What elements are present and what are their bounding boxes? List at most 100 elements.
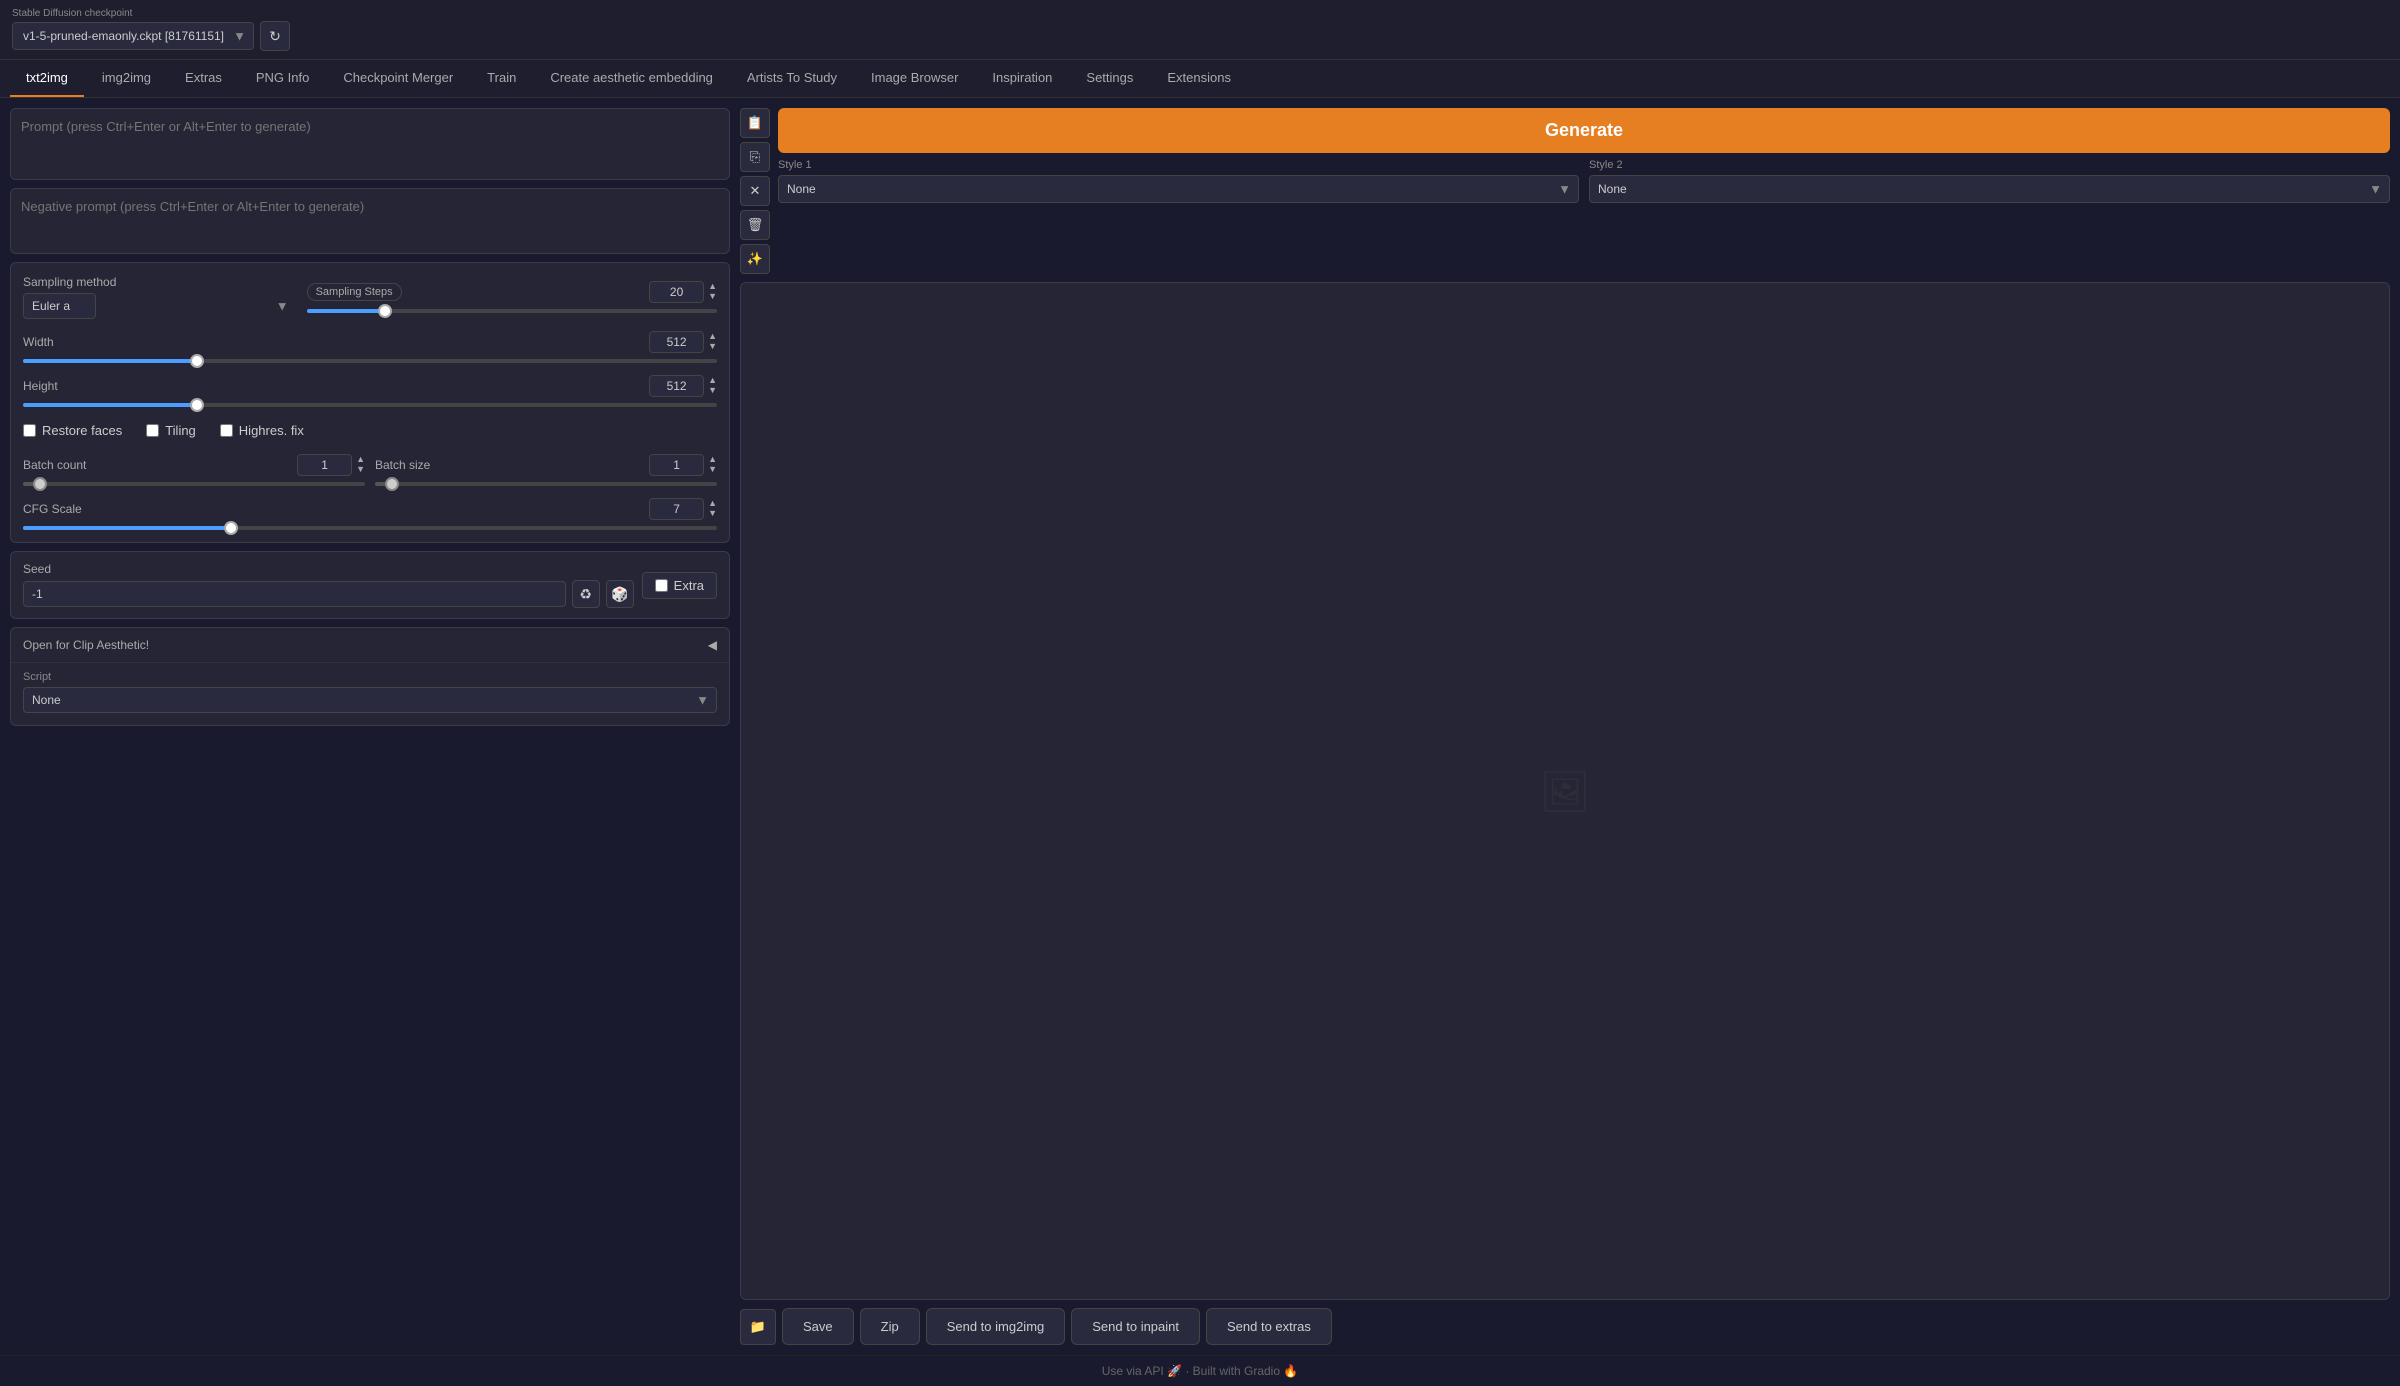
paste-button[interactable]: 📋 [740, 108, 770, 138]
height-label: Height [23, 379, 58, 393]
height-value[interactable] [649, 375, 704, 397]
cfg-scale-track[interactable] [23, 526, 717, 530]
sampling-steps-value[interactable] [649, 281, 704, 303]
batch-count-track[interactable] [23, 482, 365, 486]
tab-txt2img[interactable]: txt2img [10, 60, 84, 97]
right-panel: 📋 ⎘ ✕ 🗑 ✨ Generate Style 1 None ▼ [740, 108, 2390, 1345]
style1-group: Style 1 None ▼ [778, 159, 1579, 203]
tiling-label: Tiling [165, 423, 196, 438]
height-arrows[interactable]: ▲▼ [708, 376, 717, 396]
refresh-checkpoint-button[interactable]: ↻ [260, 21, 290, 51]
batch-row: Batch count ▲▼ Batch size [23, 454, 717, 486]
seed-section: Seed ♻ 🎲 Extra [10, 551, 730, 619]
tab-inspiration[interactable]: Inspiration [976, 60, 1068, 97]
width-arrows[interactable]: ▲▼ [708, 332, 717, 352]
highres-fix-input[interactable] [220, 424, 233, 437]
script-label: Script [23, 671, 717, 683]
width-track[interactable] [23, 359, 717, 363]
script-header[interactable]: Open for Clip Aesthetic! ◀ [11, 628, 729, 662]
batch-count-thumb[interactable] [33, 477, 47, 491]
clear-button[interactable]: ✕ [740, 176, 770, 206]
tab-checkpoint-merger[interactable]: Checkpoint Merger [327, 60, 469, 97]
script-select[interactable]: None [23, 687, 717, 713]
right-controls: 📋 ⎘ ✕ 🗑 ✨ [740, 108, 770, 274]
tab-artists-to-study[interactable]: Artists To Study [731, 60, 853, 97]
script-header-text: Open for Clip Aesthetic! [23, 638, 149, 652]
cfg-scale-label: CFG Scale [23, 502, 82, 516]
top-bar: Stable Diffusion checkpoint v1-5-pruned-… [0, 0, 2400, 60]
checkbox-row: Restore faces Tiling Highres. fix [23, 419, 717, 442]
send-to-img2img-button[interactable]: Send to img2img [926, 1308, 1066, 1345]
tiling-input[interactable] [146, 424, 159, 437]
copy-button[interactable]: ⎘ [740, 142, 770, 172]
extra2-button[interactable]: ✨ [740, 244, 770, 274]
sampling-method-row: Sampling method Euler a ▼ Sampling Steps… [23, 275, 717, 319]
sampling-steps-arrows[interactable]: ▲▼ [708, 282, 717, 302]
tab-aesthetic-embedding[interactable]: Create aesthetic embedding [534, 60, 729, 97]
footer-text: Use via API 🚀 · Built with Gradio 🔥 [1102, 1364, 1299, 1378]
restore-faces-checkbox[interactable]: Restore faces [23, 423, 122, 438]
style-selectors: Style 1 None ▼ Style 2 None [778, 159, 2390, 203]
tab-image-browser[interactable]: Image Browser [855, 60, 974, 97]
tab-extensions[interactable]: Extensions [1151, 60, 1247, 97]
extra-label: Extra [674, 578, 704, 593]
seed-recycle-button[interactable]: ♻ [572, 580, 600, 608]
highres-fix-checkbox[interactable]: Highres. fix [220, 423, 304, 438]
tab-extras[interactable]: Extras [169, 60, 238, 97]
height-track[interactable] [23, 403, 717, 407]
image-canvas: 🖼 [740, 282, 2390, 1300]
generate-styles-col: Generate Style 1 None ▼ Style 2 [778, 108, 2390, 203]
batch-size-track[interactable] [375, 482, 717, 486]
style2-group: Style 2 None ▼ [1589, 159, 2390, 203]
extra-checkbox[interactable]: Extra [642, 572, 717, 599]
sampling-steps-label: Sampling Steps [307, 283, 402, 301]
sampling-steps-thumb[interactable] [378, 304, 392, 318]
sampling-steps-track[interactable] [307, 309, 717, 313]
main-container: Sampling method Euler a ▼ Sampling Steps… [0, 98, 2400, 1355]
highres-fix-label: Highres. fix [239, 423, 304, 438]
style1-select[interactable]: None [778, 175, 1579, 203]
sampling-method-label: Sampling method [23, 275, 297, 289]
sampling-method-select[interactable]: Euler a [23, 293, 96, 319]
save-button[interactable]: Save [782, 1308, 854, 1345]
cfg-scale-arrows[interactable]: ▲▼ [708, 499, 717, 519]
sampling-controls: Sampling method Euler a ▼ Sampling Steps… [10, 262, 730, 543]
generate-button[interactable]: Generate [778, 108, 2390, 153]
zip-button[interactable]: Zip [860, 1308, 920, 1345]
width-value[interactable] [649, 331, 704, 353]
seed-dice-button[interactable]: 🎲 [606, 580, 634, 608]
script-section: Open for Clip Aesthetic! ◀ Script None ▼ [10, 627, 730, 726]
batch-size-thumb[interactable] [385, 477, 399, 491]
width-thumb[interactable] [190, 354, 204, 368]
batch-size-arrows[interactable]: ▲▼ [708, 455, 717, 475]
image-placeholder-icon: 🖼 [1540, 768, 1591, 815]
batch-count-arrows[interactable]: ▲▼ [356, 455, 365, 475]
cfg-scale-thumb[interactable] [224, 521, 238, 535]
tiling-checkbox[interactable]: Tiling [146, 423, 196, 438]
send-to-inpaint-button[interactable]: Send to inpaint [1071, 1308, 1200, 1345]
extra-input[interactable] [655, 579, 668, 592]
batch-size-value[interactable] [649, 454, 704, 476]
tab-settings[interactable]: Settings [1070, 60, 1149, 97]
batch-size-group: Batch size ▲▼ [375, 454, 717, 486]
height-thumb[interactable] [190, 398, 204, 412]
seed-label: Seed [23, 562, 634, 576]
tab-train[interactable]: Train [471, 60, 532, 97]
style2-select[interactable]: None [1589, 175, 2390, 203]
negative-prompt-input[interactable] [21, 199, 719, 243]
send-to-extras-button[interactable]: Send to extras [1206, 1308, 1332, 1345]
cfg-scale-value[interactable] [649, 498, 704, 520]
collapse-icon: ◀ [708, 638, 717, 652]
width-slider-group: Width ▲▼ [23, 331, 717, 363]
prompt-input[interactable] [21, 119, 719, 169]
tab-png-info[interactable]: PNG Info [240, 60, 325, 97]
batch-count-value[interactable] [297, 454, 352, 476]
checkpoint-wrapper: Stable Diffusion checkpoint v1-5-pruned-… [12, 8, 290, 51]
folder-button[interactable]: 📁 [740, 1309, 776, 1345]
trash-button[interactable]: 🗑 [740, 210, 770, 240]
restore-faces-input[interactable] [23, 424, 36, 437]
checkpoint-select[interactable]: v1-5-pruned-emaonly.ckpt [81761151] [12, 22, 254, 50]
tab-img2img[interactable]: img2img [86, 60, 167, 97]
seed-input[interactable] [23, 581, 566, 607]
style1-label: Style 1 [778, 159, 1579, 171]
